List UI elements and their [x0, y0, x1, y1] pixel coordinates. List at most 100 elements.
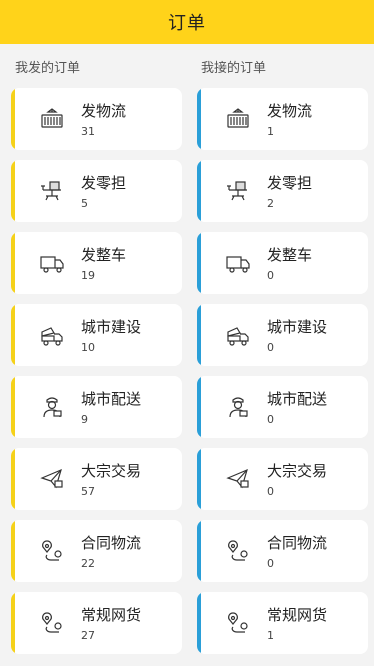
card-text: 常规网货 1 [267, 605, 327, 642]
truck-icon [39, 250, 65, 276]
received-order-card[interactable]: 城市配送 0 [197, 376, 368, 438]
card-count: 0 [267, 340, 274, 354]
card-count: 0 [267, 412, 274, 426]
card-text: 城市配送 0 [267, 389, 327, 426]
card-accent-bar [197, 304, 201, 366]
received-orders-column: 我接的订单 发物流 1 发零担 2 发整车 0 城市建设 0 城市配送 0 大宗交易 0 合同物流 0 常规… [197, 44, 371, 664]
card-label: 发整车 [81, 245, 127, 264]
card-accent-bar [197, 520, 201, 582]
card-text: 常规网货 27 [81, 605, 141, 642]
card-count: 0 [267, 484, 274, 498]
card-count: 57 [81, 484, 95, 498]
card-text: 合同物流 0 [267, 533, 327, 570]
card-label: 发物流 [267, 101, 313, 120]
card-text: 发整车 0 [267, 245, 312, 282]
card-accent-bar [197, 592, 201, 654]
card-accent-bar [11, 160, 15, 222]
card-text: 发物流 31 [81, 101, 126, 138]
card-label: 常规网货 [267, 605, 328, 624]
card-text: 城市建设 10 [81, 317, 141, 354]
card-count: 31 [81, 124, 95, 138]
sent-order-card[interactable]: 发零担 5 [11, 160, 182, 222]
received-order-card[interactable]: 常规网货 1 [197, 592, 368, 654]
card-accent-bar [11, 88, 15, 150]
sent-orders-column: 我发的订单 发物流 31 发零担 5 发整车 19 城市建设 10 城市配送 9 大宗交易 57 合同物… [11, 44, 185, 664]
card-accent-bar [197, 160, 201, 222]
card-accent-bar [11, 520, 15, 582]
card-text: 城市配送 9 [81, 389, 141, 426]
card-count: 27 [81, 628, 95, 642]
card-label: 大宗交易 [81, 461, 142, 480]
card-count: 22 [81, 556, 95, 570]
card-text: 大宗交易 0 [267, 461, 327, 498]
card-text: 发整车 19 [81, 245, 126, 282]
sent-orders-heading: 我发的订单 [15, 61, 81, 76]
card-count: 0 [267, 556, 274, 570]
card-label: 大宗交易 [267, 461, 328, 480]
card-text: 发零担 2 [267, 173, 312, 210]
route-icon [225, 610, 251, 636]
card-count: 2 [267, 196, 274, 210]
card-label: 发物流 [81, 101, 127, 120]
card-label: 发零担 [267, 173, 313, 192]
sent-order-card[interactable]: 城市建设 10 [11, 304, 182, 366]
received-order-card[interactable]: 发零担 2 [197, 160, 368, 222]
received-order-card[interactable]: 城市建设 0 [197, 304, 368, 366]
route-icon [39, 610, 65, 636]
card-accent-bar [11, 232, 15, 294]
card-accent-bar [11, 376, 15, 438]
courier-icon [39, 394, 65, 420]
card-label: 发零担 [81, 173, 127, 192]
route-icon [225, 538, 251, 564]
page-title: 订单 [168, 13, 206, 34]
received-order-card[interactable]: 发整车 0 [197, 232, 368, 294]
container-icon [225, 106, 251, 132]
card-accent-bar [197, 448, 201, 510]
card-accent-bar [197, 88, 201, 150]
sent-order-card[interactable]: 常规网货 27 [11, 592, 182, 654]
dump-truck-icon [39, 322, 65, 348]
card-count: 1 [267, 124, 274, 138]
card-accent-bar [11, 304, 15, 366]
card-count: 9 [81, 412, 88, 426]
received-order-card[interactable]: 合同物流 0 [197, 520, 368, 582]
card-label: 常规网货 [81, 605, 142, 624]
card-label: 合同物流 [267, 533, 328, 552]
route-icon [39, 538, 65, 564]
sent-order-card[interactable]: 发整车 19 [11, 232, 182, 294]
card-label: 城市建设 [81, 317, 142, 336]
truck-icon [225, 250, 251, 276]
sent-order-card[interactable]: 城市配送 9 [11, 376, 182, 438]
received-orders-heading: 我接的订单 [201, 61, 267, 76]
card-count: 5 [81, 196, 88, 210]
courier-icon [225, 394, 251, 420]
card-text: 发物流 1 [267, 101, 312, 138]
received-order-card[interactable]: 大宗交易 0 [197, 448, 368, 510]
received-order-card[interactable]: 发物流 1 [197, 88, 368, 150]
paper-plane-icon [39, 466, 65, 492]
card-label: 合同物流 [81, 533, 142, 552]
dump-truck-icon [225, 322, 251, 348]
card-count: 19 [81, 268, 95, 282]
card-accent-bar [11, 448, 15, 510]
card-count: 0 [267, 268, 274, 282]
container-icon [39, 106, 65, 132]
scale-icon [39, 178, 65, 204]
paper-plane-icon [225, 466, 251, 492]
card-label: 城市配送 [267, 389, 328, 408]
card-label: 城市建设 [267, 317, 328, 336]
card-label: 发整车 [267, 245, 313, 264]
sent-order-card[interactable]: 大宗交易 57 [11, 448, 182, 510]
card-text: 城市建设 0 [267, 317, 327, 354]
card-count: 1 [267, 628, 274, 642]
card-label: 城市配送 [81, 389, 142, 408]
card-accent-bar [197, 376, 201, 438]
card-count: 10 [81, 340, 95, 354]
card-accent-bar [11, 592, 15, 654]
scale-icon [225, 178, 251, 204]
sent-order-card[interactable]: 发物流 31 [11, 88, 182, 150]
card-text: 大宗交易 57 [81, 461, 141, 498]
header-bar: 订单 [0, 0, 374, 44]
sent-order-card[interactable]: 合同物流 22 [11, 520, 182, 582]
card-text: 发零担 5 [81, 173, 126, 210]
